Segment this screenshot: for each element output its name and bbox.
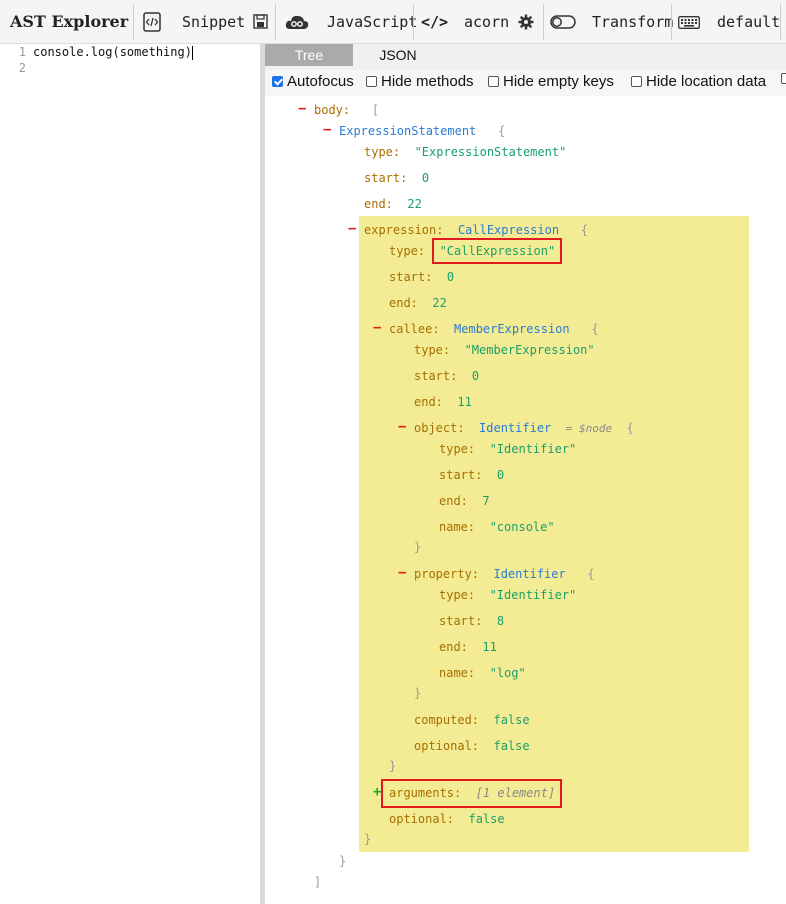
line-number-gutter: 1 2	[0, 44, 26, 76]
tree-prop: optional: false	[414, 739, 530, 753]
tree-prop: start: 0	[389, 270, 455, 284]
tree-node-object[interactable]: object: Identifier = $node {	[414, 420, 634, 437]
toggle-off-icon[interactable]	[550, 15, 576, 29]
tree-prop: end: 7	[439, 494, 490, 508]
toolbar-divider	[780, 4, 781, 40]
tree-prop: start: 8	[439, 614, 505, 628]
toolbar-divider	[543, 4, 544, 40]
language-selector[interactable]: JavaScript	[327, 0, 417, 44]
save-icon[interactable]	[253, 14, 268, 29]
hide-location-data-option[interactable]: Hide location data	[631, 73, 766, 90]
keymap-selector[interactable]: default	[717, 0, 780, 44]
app-title: AST Explorer	[10, 12, 129, 31]
hide-empty-keys-checkbox[interactable]	[488, 76, 499, 87]
code-line: console.log(something)	[33, 45, 193, 60]
collapse-toggle[interactable]: −	[398, 419, 406, 435]
keyboard-icon[interactable]	[678, 16, 700, 29]
autofocus-checkbox[interactable]	[272, 76, 283, 87]
hide-methods-option[interactable]: Hide methods	[366, 73, 474, 90]
annotation-box	[432, 238, 562, 264]
toolbar: AST Explorer Snippet JavaScript </> acor…	[0, 0, 786, 44]
hide-location-data-checkbox[interactable]	[631, 76, 642, 87]
tab-json[interactable]: JSON	[353, 44, 443, 66]
annotation-box	[381, 779, 562, 808]
tab-tree[interactable]: Tree	[265, 44, 353, 66]
tree-prop: optional: false	[389, 812, 505, 826]
toolbar-divider	[275, 4, 276, 40]
tree-prop: end: 22	[364, 197, 422, 211]
tree-prop: type: "ExpressionStatement"	[364, 145, 567, 159]
snippet-icon[interactable]	[143, 12, 161, 32]
collapse-toggle[interactable]: −	[398, 565, 406, 581]
transform-button[interactable]: Transform	[592, 0, 673, 44]
tree-prop: name: "log"	[439, 666, 526, 680]
tree-node-body: body: [	[314, 103, 380, 117]
tree-node-expression[interactable]: expression: CallExpression {	[364, 222, 588, 238]
closing-brace: }	[414, 540, 422, 554]
tree-prop: name: "console"	[439, 520, 555, 534]
tree-prop: start: 0	[364, 171, 430, 185]
tree-prop: type: "Identifier"	[439, 442, 577, 456]
hide-empty-keys-option[interactable]: Hide empty keys	[488, 73, 614, 90]
tree-prop: start: 0	[439, 468, 505, 482]
tree-prop: start: 0	[414, 369, 480, 383]
closing-brace: }	[414, 686, 422, 700]
more-options-checkbox[interactable]	[781, 73, 786, 84]
toolbar-divider	[133, 4, 134, 40]
closing-bracket: ]	[314, 875, 322, 889]
collapse-toggle[interactable]: −	[348, 221, 356, 237]
text-cursor	[191, 45, 193, 60]
closing-brace: }	[389, 759, 397, 773]
hide-methods-checkbox[interactable]	[366, 76, 377, 87]
closing-brace: }	[364, 832, 372, 846]
tree-prop: type: "Identifier"	[439, 588, 577, 602]
closing-brace: }	[339, 854, 347, 868]
tree-node-expression-statement: ExpressionStatement {	[339, 124, 506, 138]
tree-prop: end: 11	[414, 395, 472, 409]
collapse-toggle[interactable]: −	[323, 122, 331, 138]
tree-prop: end: 11	[439, 640, 497, 654]
autofocus-option[interactable]: Autofocus	[272, 73, 354, 90]
tree-prop: type: "MemberExpression"	[414, 343, 595, 357]
code-brackets-icon[interactable]: </>	[421, 0, 448, 44]
snippet-button[interactable]: Snippet	[182, 0, 245, 44]
toolbar-divider	[413, 4, 414, 40]
line-number: 1	[18, 45, 26, 59]
tree-prop: computed: false	[414, 713, 530, 727]
collapse-toggle[interactable]: −	[373, 320, 381, 336]
gist-cloud-icon[interactable]	[285, 13, 309, 31]
tree-prop: end: 22	[389, 296, 447, 310]
code-editor[interactable]: 1 2 console.log(something)	[0, 44, 261, 904]
tree-options-bar: Autofocus Hide methods Hide empty keys H…	[265, 70, 786, 96]
parser-selector[interactable]: acorn	[464, 0, 509, 44]
gear-icon[interactable]	[518, 14, 534, 30]
tree-node-property[interactable]: property: Identifier {	[414, 566, 595, 582]
toolbar-divider	[671, 4, 672, 40]
line-number: 2	[18, 61, 26, 75]
output-tabs: Tree JSON	[265, 44, 786, 70]
tree-node-callee[interactable]: callee: MemberExpression {	[389, 321, 599, 337]
collapse-toggle[interactable]: −	[298, 101, 306, 117]
code-content[interactable]: console.log(something)	[33, 44, 193, 60]
